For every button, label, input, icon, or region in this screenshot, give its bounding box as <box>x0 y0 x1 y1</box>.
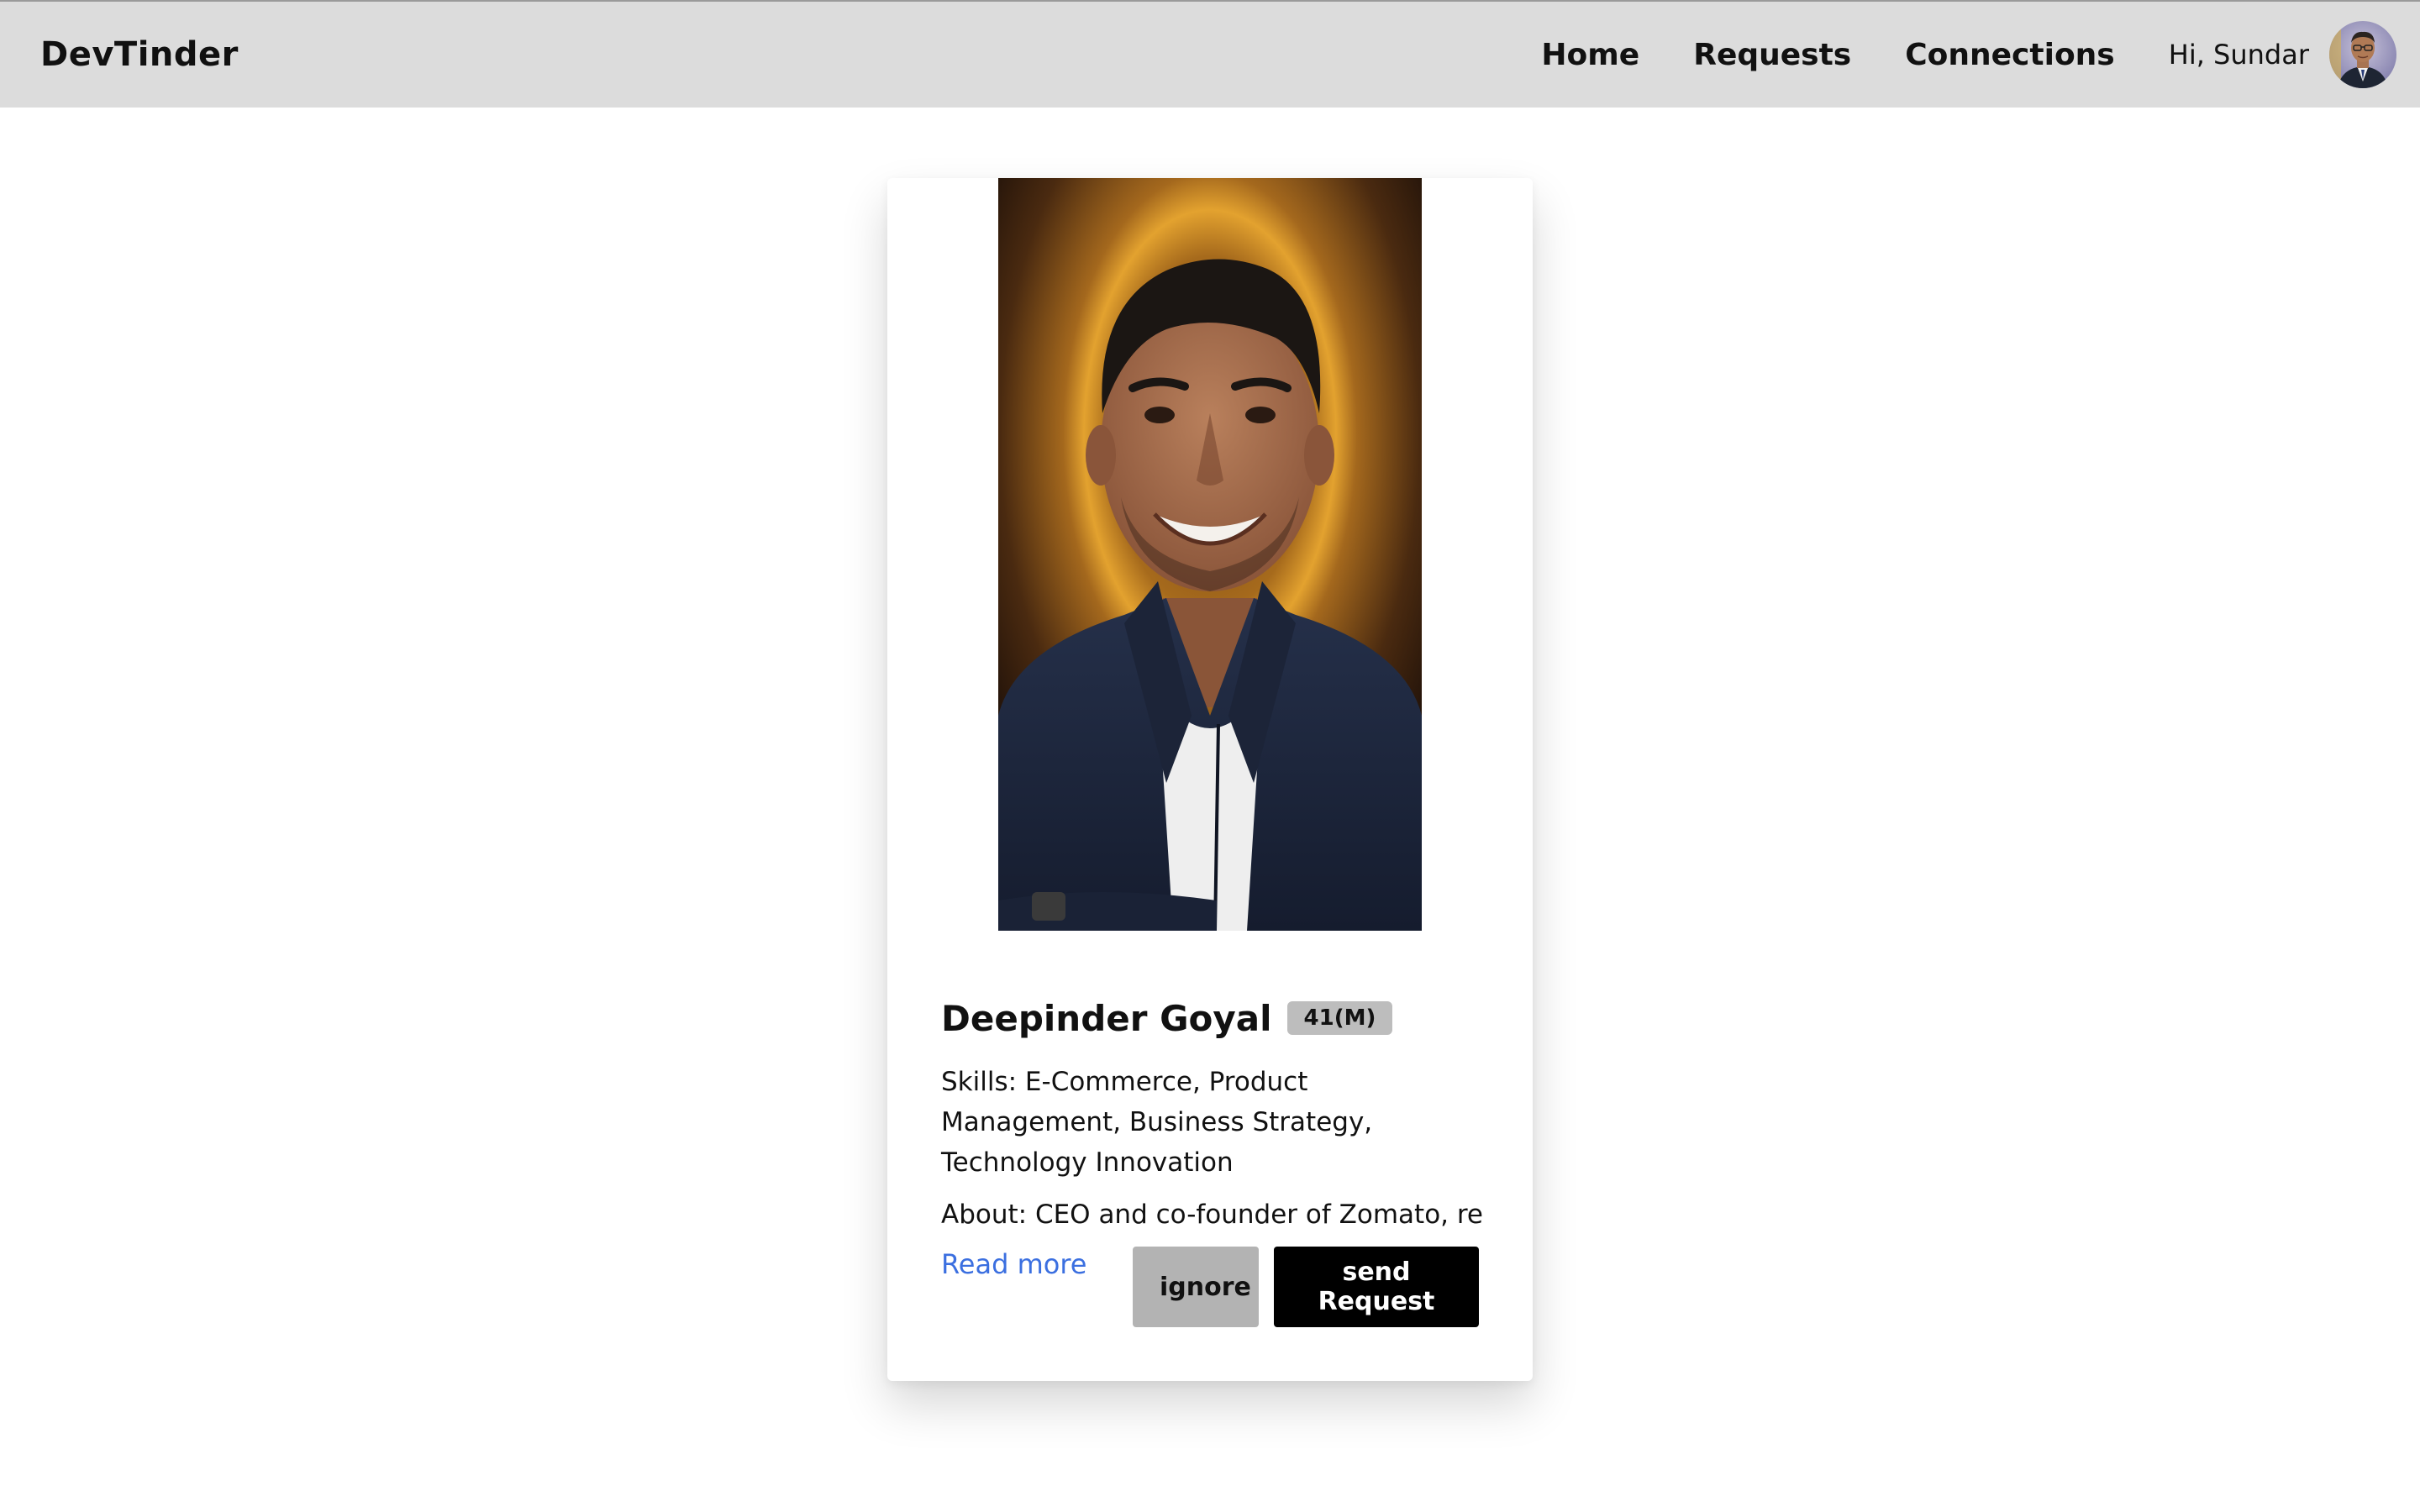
profile-photo-icon <box>998 178 1422 931</box>
send-request-button[interactable]: send Request <box>1274 1247 1479 1327</box>
read-more-link[interactable]: Read more <box>941 1248 1086 1280</box>
profile-card: Deepinder Goyal 41(M) Skills: E-Commerce… <box>887 178 1533 1381</box>
age-gender-badge: 41(M) <box>1286 1001 1393 1035</box>
user-avatar[interactable] <box>2329 21 2396 88</box>
profile-photo <box>998 178 1422 931</box>
user-avatar-icon <box>2329 21 2396 88</box>
nav-connections-link[interactable]: Connections <box>1905 38 2115 72</box>
profile-name: Deepinder Goyal <box>941 997 1272 1039</box>
skills-text: Skills: E-Commerce, Product Management, … <box>941 1067 1373 1178</box>
name-row: Deepinder Goyal 41(M) <box>941 984 1486 1052</box>
ignore-button[interactable]: ignore <box>1133 1247 1259 1327</box>
profile-info: Deepinder Goyal 41(M) Skills: E-Commerce… <box>941 984 1486 1281</box>
nav-menu: Home Requests Connections Hi, Sundar <box>1487 2 2396 108</box>
about-text: About: CEO and co-founder of Zomato, re.… <box>941 1200 1486 1230</box>
brand-logo[interactable]: DevTinder <box>40 35 239 74</box>
navbar: DevTinder Home Requests Connections Hi, … <box>0 0 2420 108</box>
user-greeting: Hi, Sundar <box>2168 39 2309 71</box>
card-actions: ignore send Request <box>1133 1247 1479 1327</box>
nav-home-link[interactable]: Home <box>1541 38 1639 72</box>
nav-requests-link[interactable]: Requests <box>1693 38 1851 72</box>
